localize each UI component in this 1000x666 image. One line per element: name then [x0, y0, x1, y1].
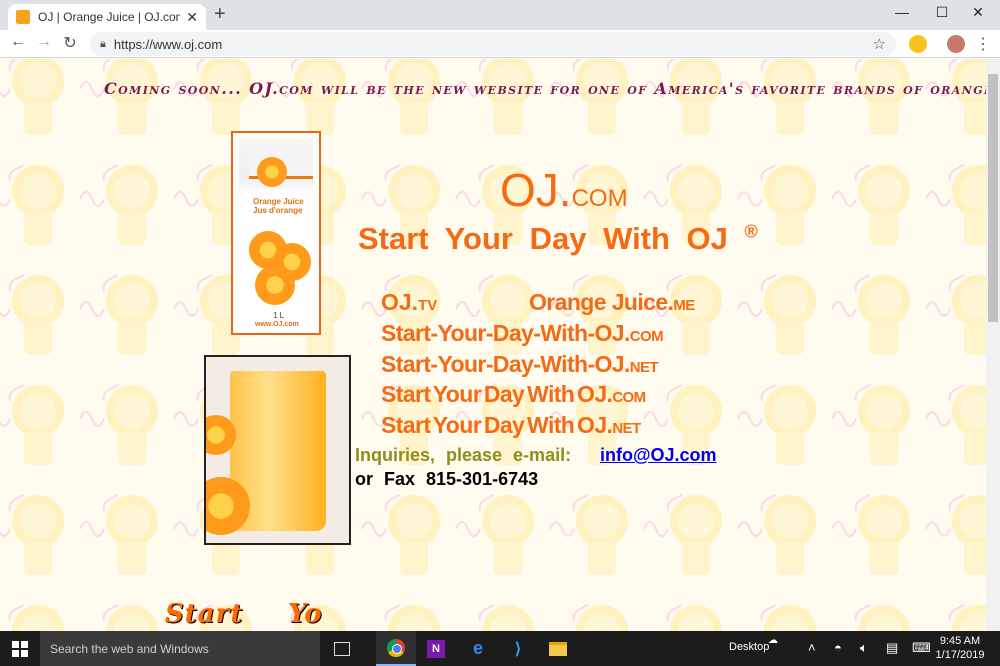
url-text[interactable]: https://www.oj.com [114, 37, 873, 52]
vscode-icon: ⟩ [514, 640, 522, 658]
carton-label-english: Orange Juice [253, 197, 304, 206]
minimize-button[interactable]: — [882, 4, 922, 20]
forward-arrow-icon[interactable]: → [32, 33, 56, 51]
bottom-banner-start: Start [165, 599, 244, 629]
domain-start-your-day-net: Start Your Day With OJ.NET [381, 412, 641, 438]
task-view-button[interactable] [322, 631, 362, 666]
address-bar[interactable]: 🔒︎ https://www.oj.com ☆ [90, 32, 896, 56]
close-window-button[interactable]: ✕ [958, 4, 998, 21]
browser-toolbar: ← → ↻ 🔒︎ https://www.oj.com ☆ ⋮ [0, 30, 1000, 58]
clock-time: 9:45 AM [939, 635, 981, 647]
edge-icon: e [472, 638, 483, 658]
tab-bar: OJ | Orange Juice | OJ.com | OJ.tv ✕ + —… [0, 0, 1000, 30]
tagline-text: Start Your Day With OJ [358, 221, 728, 256]
tab-title: OJ | Orange Juice | OJ.com | OJ.tv [38, 10, 180, 24]
taskbar-search-box[interactable]: Search the web and Windows [40, 631, 320, 666]
site-title-suffix: COM [571, 185, 628, 212]
windows-taskbar: Search the web and Windows N e ⟩ Desktop… [0, 631, 1000, 666]
windows-start-button[interactable] [0, 631, 40, 666]
taskbar-onenote[interactable]: N [416, 631, 456, 666]
keyboard-icon[interactable]: ⌨ [912, 640, 931, 656]
bottom-banner-yo: Yo [288, 599, 322, 629]
registered-mark: ® [744, 221, 758, 242]
taskbar-file-explorer[interactable] [538, 631, 578, 666]
domain-orangejuice-me: Orange Juice.ME [529, 289, 695, 315]
back-arrow-icon[interactable]: ← [6, 33, 30, 51]
taskbar-edge[interactable]: e [458, 631, 498, 666]
folder-icon [549, 641, 567, 656]
domain-oj-tv: OJ.TV [381, 289, 438, 315]
email-link[interactable]: info@OJ.com [600, 445, 717, 466]
clock-date: 1/17/2019 [935, 649, 985, 661]
maximize-button[interactable]: ☐ [922, 4, 962, 21]
action-center-icon[interactable]: ▤ [886, 640, 898, 656]
chrome-icon [387, 638, 405, 657]
taskbar-clock[interactable]: 9:45 AM 1/17/2019 [935, 634, 985, 662]
scrollbar-thumb[interactable] [988, 74, 998, 322]
carton-size: 1 L [273, 311, 285, 320]
inquiries-label: Inquiries, please e-mail: [355, 445, 572, 465]
carton-label-french: Jus d'orange [253, 206, 303, 215]
profile-avatar[interactable] [947, 35, 965, 53]
site-title-main: OJ. [500, 164, 572, 216]
site-title: OJ.COM [500, 163, 628, 217]
juice-glass-image [204, 355, 351, 545]
network-icon[interactable]: ◓ [834, 640, 842, 655]
onenote-icon: N [427, 639, 445, 658]
carton-url: www.OJ.com [255, 321, 299, 328]
page-viewport: Coming soon... OJ.com will be the new we… [0, 59, 986, 631]
domain-start-your-day-com: Start Your Day With OJ.COM [381, 381, 646, 407]
browser-tab[interactable]: OJ | Orange Juice | OJ.com | OJ.tv ✕ [8, 4, 206, 30]
pacman-extension-icon[interactable] [909, 35, 927, 53]
bookmark-star-icon[interactable]: ☆ [873, 35, 886, 53]
show-hidden-icons-chevron-icon[interactable]: ˄ [808, 640, 816, 655]
domain-start-your-day-com-hyphen: Start-Your-Day-With-OJ.COM [381, 320, 664, 346]
tab-close-icon[interactable]: ✕ [186, 9, 198, 26]
coming-soon-banner: Coming soon... OJ.com will be the new we… [104, 79, 986, 98]
fax-text: or Fax 815-301-6743 [355, 469, 539, 489]
windows-logo-icon [12, 640, 28, 657]
onedrive-icon[interactable]: ☁ [768, 635, 778, 646]
lock-icon: 🔒︎ [100, 37, 106, 50]
oj-favicon-icon [16, 10, 30, 24]
domain-start-your-day-net-hyphen: Start-Your-Day-With-OJ.NET [381, 351, 659, 377]
volume-icon[interactable]: 🔈︎ [860, 640, 868, 656]
new-tab-button[interactable]: + [214, 4, 226, 24]
juice-carton-image: Orange Juice Jus d'orange 1 L www.OJ.com [231, 131, 321, 335]
reload-icon[interactable]: ↻ [58, 33, 82, 53]
tagline: Start Your Day With OJ ® [358, 221, 758, 257]
menu-dots-icon[interactable]: ⋮ [975, 34, 991, 54]
taskbar-chrome[interactable] [376, 631, 416, 666]
taskbar-vscode[interactable]: ⟩ [498, 631, 538, 666]
desktop-toolbar-label[interactable]: Desktop [729, 641, 769, 653]
task-view-icon [334, 641, 350, 656]
